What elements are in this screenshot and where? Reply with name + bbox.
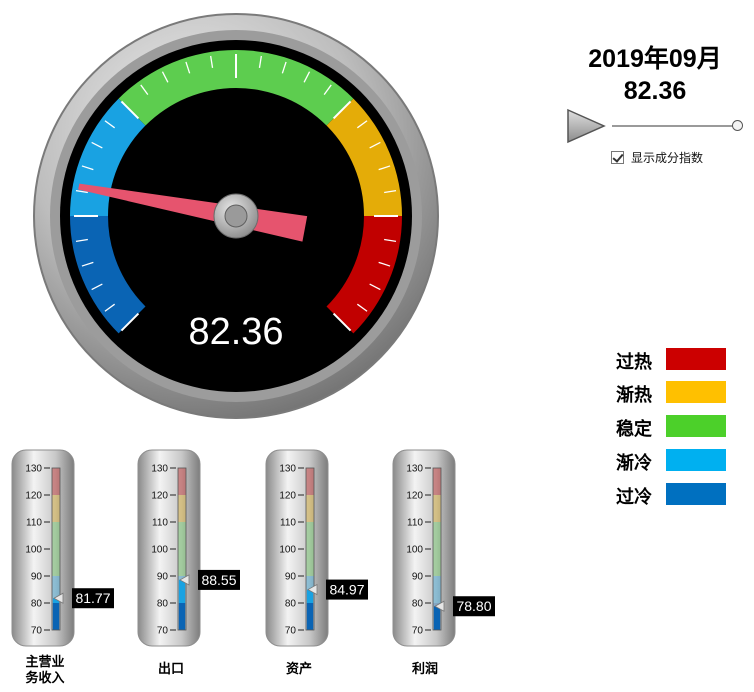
legend-label: 稳定 [616, 419, 652, 439]
label-line: 出口 [157, 661, 184, 676]
legend-swatch [666, 348, 726, 370]
show-index-label: 显示成分指数 [631, 150, 704, 165]
timeline-slider[interactable] [608, 118, 748, 134]
thermometer-body [392, 449, 456, 647]
thermometer-tick-label: 130 [279, 464, 296, 475]
thermometer-body [137, 449, 201, 647]
thermometer-tick-label: 70 [157, 626, 169, 637]
thermometer-tick-label: 100 [151, 545, 168, 556]
thermometer-scale-band [306, 522, 314, 576]
thermometer-body [265, 449, 329, 647]
thermometer-tick-label: 130 [25, 464, 42, 475]
thermometer-tick-label: 90 [31, 572, 43, 583]
thermometer-tick-label: 100 [25, 545, 42, 556]
legend-swatch [666, 381, 726, 403]
thermometer-tick-label: 80 [285, 599, 297, 610]
thermometer-tick-label: 80 [31, 599, 43, 610]
show-index-checkbox[interactable] [611, 150, 624, 164]
legend-item-cooling: 渐冷 [612, 447, 732, 473]
thermometer-fill [179, 603, 185, 630]
thermometer-tick-label: 90 [412, 572, 424, 583]
thermometer-fill [307, 603, 313, 630]
legend-label: 过热 [616, 352, 652, 372]
legend-label: 渐热 [616, 385, 652, 405]
thermometer-tick-label: 120 [279, 491, 296, 502]
thermometer-label-export: 出口 [126, 661, 216, 677]
period-value: 82.36 [623, 77, 687, 105]
legend-label: 过冷 [616, 487, 652, 507]
thermometer-label-main-revenue: 主营业 务收入 [0, 654, 90, 686]
legend-label: 渐冷 [616, 453, 652, 473]
legend-swatch [666, 483, 726, 505]
thermometer-assets: 130 120 110 100 90 80 70 84.97 [265, 449, 368, 647]
legend-swatch [666, 415, 726, 437]
thermometer-value: 81.77 [75, 590, 110, 606]
thermometer-tick-label: 70 [412, 626, 424, 637]
legend-item-warming: 渐热 [612, 379, 732, 405]
thermometer-tick-label: 130 [151, 464, 168, 475]
slider-handle[interactable] [732, 120, 743, 131]
label-line: 务收入 [25, 670, 65, 685]
label-line: 利润 [411, 661, 438, 676]
thermometer-tick-label: 80 [157, 599, 169, 610]
thermometer-scale-band [433, 576, 441, 603]
thermometer-tick-label: 120 [25, 491, 42, 502]
slider-track [612, 125, 738, 127]
label-line: 主营业 [25, 654, 65, 669]
thermometer-scale-band [433, 468, 441, 495]
period-title: 2019年09月 [588, 45, 722, 73]
thermometer-fill [179, 579, 185, 603]
thermometer-tick-label: 100 [406, 545, 423, 556]
thermometer-label-assets: 资产 [254, 661, 344, 677]
thermometer-tick-label: 120 [151, 491, 168, 502]
thermometer-value: 88.55 [201, 572, 236, 588]
thermometer-export: 130 120 110 100 90 80 70 88.55 [137, 449, 240, 647]
thermometer-scale-band [433, 522, 441, 576]
thermometer-tick-label: 110 [26, 518, 42, 529]
thermometer-scale-band [178, 522, 186, 576]
play-icon [567, 108, 606, 144]
thermometer-tick-label: 70 [31, 626, 43, 637]
play-button[interactable] [566, 108, 606, 144]
thermometer-fill [53, 603, 59, 630]
legend-item-overheat: 过热 [612, 346, 732, 372]
label-line: 资产 [285, 661, 312, 676]
thermometer-value: 84.97 [329, 582, 364, 598]
thermometer-scale-band [52, 468, 60, 495]
thermometer-scale-band [178, 468, 186, 495]
thermometer-scale-band [306, 495, 314, 522]
thermometer-main-revenue: 130 120 110 100 90 80 70 81.77 [11, 449, 114, 647]
thermometer-label-profit: 利润 [380, 661, 470, 677]
thermometer-tick-label: 110 [152, 518, 168, 529]
gauge-value-readout: 82.36 [188, 311, 283, 353]
thermometer-value: 78.80 [456, 598, 491, 614]
thermometer-profit: 130 120 110 100 90 80 70 78.80 [392, 449, 495, 647]
thermometer-scale-band [178, 495, 186, 522]
gauge-hub-center [224, 204, 248, 228]
thermometer-tick-label: 110 [407, 518, 423, 529]
thermometer-tick-label: 80 [412, 599, 424, 610]
thermometer-scale-band [306, 468, 314, 495]
thermometer-scale-band [52, 495, 60, 522]
thermometer-tick-label: 70 [285, 626, 297, 637]
thermometer-tick-label: 110 [280, 518, 296, 529]
legend-item-stable: 稳定 [612, 413, 732, 439]
thermometer-scale-band [52, 522, 60, 576]
main-gauge: 82.36 [33, 13, 439, 419]
thermometer-tick-label: 90 [157, 572, 169, 583]
thermometer-tick-label: 100 [279, 545, 296, 556]
legend-item-overcool: 过冷 [612, 481, 732, 507]
thermometer-tick-label: 130 [406, 464, 423, 475]
thermometer-body [11, 449, 75, 647]
thermometer-fill [434, 606, 440, 630]
show-index-toggle[interactable]: 显示成分指数 [611, 148, 703, 166]
thermometer-scale-band [433, 495, 441, 522]
legend-swatch [666, 449, 726, 471]
thermometer-tick-label: 120 [406, 491, 423, 502]
thermometer-tick-label: 90 [285, 572, 297, 583]
